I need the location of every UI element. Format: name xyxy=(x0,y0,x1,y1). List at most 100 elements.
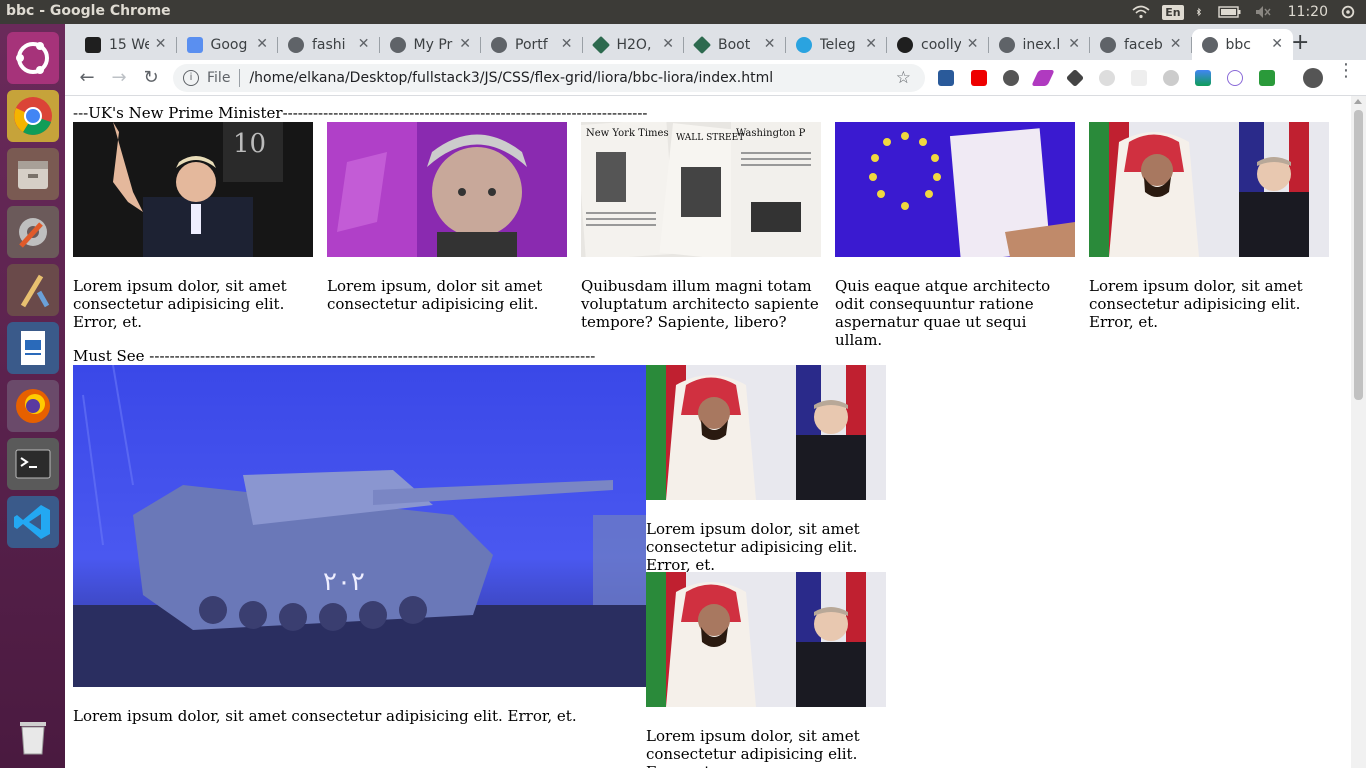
browser-tab[interactable]: inex.l ✕ xyxy=(989,29,1090,60)
ubuntu-dash-icon[interactable] xyxy=(7,32,59,84)
clock[interactable]: 11:20 xyxy=(1288,4,1328,20)
tab-label: coolly xyxy=(921,36,961,53)
power-gear-icon[interactable] xyxy=(1340,4,1356,20)
tab-close-icon[interactable]: ✕ xyxy=(865,36,877,52)
extension-icon[interactable] xyxy=(1195,70,1211,86)
tab-close-icon[interactable]: ✕ xyxy=(459,36,471,52)
svg-text:10: 10 xyxy=(233,129,266,159)
new-tab-button[interactable]: + xyxy=(1291,30,1309,55)
diamond-icon xyxy=(692,35,712,54)
tab-close-icon[interactable]: ✕ xyxy=(764,36,776,52)
tab-close-icon[interactable]: ✕ xyxy=(1271,36,1283,52)
address-bar[interactable]: i File /home/elkana/Desktop/fullstack3/J… xyxy=(173,64,925,92)
tab-close-icon[interactable]: ✕ xyxy=(358,36,370,52)
extension-icon[interactable] xyxy=(1131,70,1147,86)
news-card[interactable]: Lorem ipsum, dolor sit amet consectetur … xyxy=(327,122,567,313)
newspapers-photo[interactable]: New York Times WALL STREET Washington P xyxy=(581,122,821,257)
firefox-launcher-icon[interactable] xyxy=(7,380,59,432)
extension-icon[interactable] xyxy=(1031,70,1055,86)
tab-close-icon[interactable]: ✕ xyxy=(967,36,979,52)
globe-icon xyxy=(389,36,406,53)
browser-tab[interactable]: coolly ✕ xyxy=(887,29,989,60)
back-button[interactable]: ← xyxy=(75,66,99,90)
browser-tab[interactable]: Portf ✕ xyxy=(481,29,583,60)
extension-icon[interactable] xyxy=(1227,70,1243,86)
chrome-menu-icon[interactable]: ⋮ xyxy=(1337,62,1355,80)
eu-document-photo[interactable] xyxy=(835,122,1075,257)
boris-portrait-photo[interactable] xyxy=(327,122,567,257)
globe-icon xyxy=(998,36,1015,53)
card-caption: Quis eaque atque architecto odit consequ… xyxy=(835,277,1051,349)
extension-icon[interactable] xyxy=(971,70,987,86)
tab-label: 15 We xyxy=(109,36,149,53)
news-card[interactable]: 10 Lorem ipsum dolor, sit amet consectet… xyxy=(73,122,313,331)
scrollbar-thumb[interactable] xyxy=(1354,110,1363,400)
leaders-handshake-photo[interactable] xyxy=(1089,122,1329,257)
svg-text:WALL STREET: WALL STREET xyxy=(676,133,744,143)
battery-icon[interactable] xyxy=(1217,5,1242,19)
impress-launcher-icon[interactable] xyxy=(7,322,59,374)
files-launcher-icon[interactable] xyxy=(7,148,59,200)
diamond-icon xyxy=(591,35,610,54)
settings-launcher-icon[interactable] xyxy=(7,206,59,258)
news-card[interactable]: Lorem ipsum dolor, sit amet consectetur … xyxy=(1089,122,1329,331)
side-card[interactable]: Lorem ipsum dolor, sit amet consectetur … xyxy=(646,572,886,768)
app-icon xyxy=(85,36,101,53)
tab-close-icon[interactable]: ✕ xyxy=(1170,36,1182,52)
reload-button[interactable]: ↻ xyxy=(139,66,163,90)
system-tray: En 11:20 xyxy=(1132,0,1366,24)
globe-icon xyxy=(1201,36,1218,53)
browser-tab[interactable]: bbc ✕ xyxy=(1191,29,1293,60)
tab-close-icon[interactable]: ✕ xyxy=(1068,36,1080,52)
extension-icon[interactable] xyxy=(1065,68,1085,88)
bookmark-star-icon[interactable]: ☆ xyxy=(896,68,911,88)
featured-card[interactable]: ٢٠٢ Lorem ipsum dolor, sit amet consecte… xyxy=(73,365,646,725)
section-heading: ---UK's New Prime Minister--------------… xyxy=(73,104,648,122)
leaders-handshake-photo[interactable] xyxy=(646,365,886,500)
card-caption: Lorem ipsum dolor, sit amet consectetur … xyxy=(73,707,577,725)
scroll-up-arrow[interactable] xyxy=(1354,99,1362,104)
extension-icon[interactable] xyxy=(1259,70,1275,86)
tab-close-icon[interactable]: ✕ xyxy=(561,36,573,52)
volume-muted-icon[interactable] xyxy=(1254,5,1272,19)
browser-tab[interactable]: faceb ✕ xyxy=(1090,29,1192,60)
browser-tab[interactable]: H2O, ✕ xyxy=(583,29,684,60)
svg-text:Washington P: Washington P xyxy=(736,128,806,139)
profile-avatar[interactable] xyxy=(1303,68,1323,88)
card-caption: Lorem ipsum dolor, sit amet consectetur … xyxy=(646,727,860,768)
card-caption: Lorem ipsum, dolor sit amet consectetur … xyxy=(327,277,543,313)
url-text[interactable]: /home/elkana/Desktop/fullstack3/JS/CSS/f… xyxy=(249,70,773,86)
boris-waving-photo[interactable]: 10 xyxy=(73,122,313,257)
keyboard-layout-indicator[interactable]: En xyxy=(1162,4,1184,20)
globe-icon xyxy=(1100,36,1116,53)
browser-tab[interactable]: Boot ✕ xyxy=(684,29,786,60)
browser-tab[interactable]: fashi ✕ xyxy=(278,29,380,60)
tab-close-icon[interactable]: ✕ xyxy=(155,36,167,52)
extension-icon[interactable] xyxy=(938,70,954,86)
browser-tab[interactable]: Teleg ✕ xyxy=(786,29,887,60)
tab-label: Goog xyxy=(210,36,248,53)
bluetooth-icon[interactable] xyxy=(1196,5,1206,19)
news-card[interactable]: New York Times WALL STREET Washington P Qu… xyxy=(581,122,821,331)
vertical-scrollbar[interactable] xyxy=(1351,96,1366,768)
tab-close-icon[interactable]: ✕ xyxy=(256,36,268,52)
info-icon[interactable]: i xyxy=(183,70,199,86)
news-card[interactable]: Quis eaque atque architecto odit consequ… xyxy=(835,122,1075,349)
extension-icon[interactable] xyxy=(1163,70,1179,86)
extension-icon[interactable] xyxy=(1003,70,1019,86)
terminal-launcher-icon[interactable] xyxy=(7,438,59,490)
vscode-launcher-icon[interactable] xyxy=(7,496,59,548)
underwater-tank-photo[interactable]: ٢٠٢ xyxy=(73,365,646,687)
chrome-launcher-icon[interactable] xyxy=(7,90,59,142)
paint-launcher-icon[interactable] xyxy=(7,264,59,316)
browser-tab[interactable]: 15 We ✕ xyxy=(75,29,177,60)
tab-close-icon[interactable]: ✕ xyxy=(662,36,674,52)
browser-tab[interactable]: My Pr ✕ xyxy=(380,29,481,60)
forward-button[interactable]: → xyxy=(107,66,131,90)
leaders-handshake-photo[interactable] xyxy=(646,572,886,707)
browser-tab[interactable]: Goog ✕ xyxy=(177,29,278,60)
side-card[interactable]: Lorem ipsum dolor, sit amet consectetur … xyxy=(646,365,886,574)
trash-launcher-icon[interactable] xyxy=(7,710,59,762)
wifi-icon[interactable] xyxy=(1132,5,1150,19)
extension-icon[interactable] xyxy=(1099,70,1115,86)
